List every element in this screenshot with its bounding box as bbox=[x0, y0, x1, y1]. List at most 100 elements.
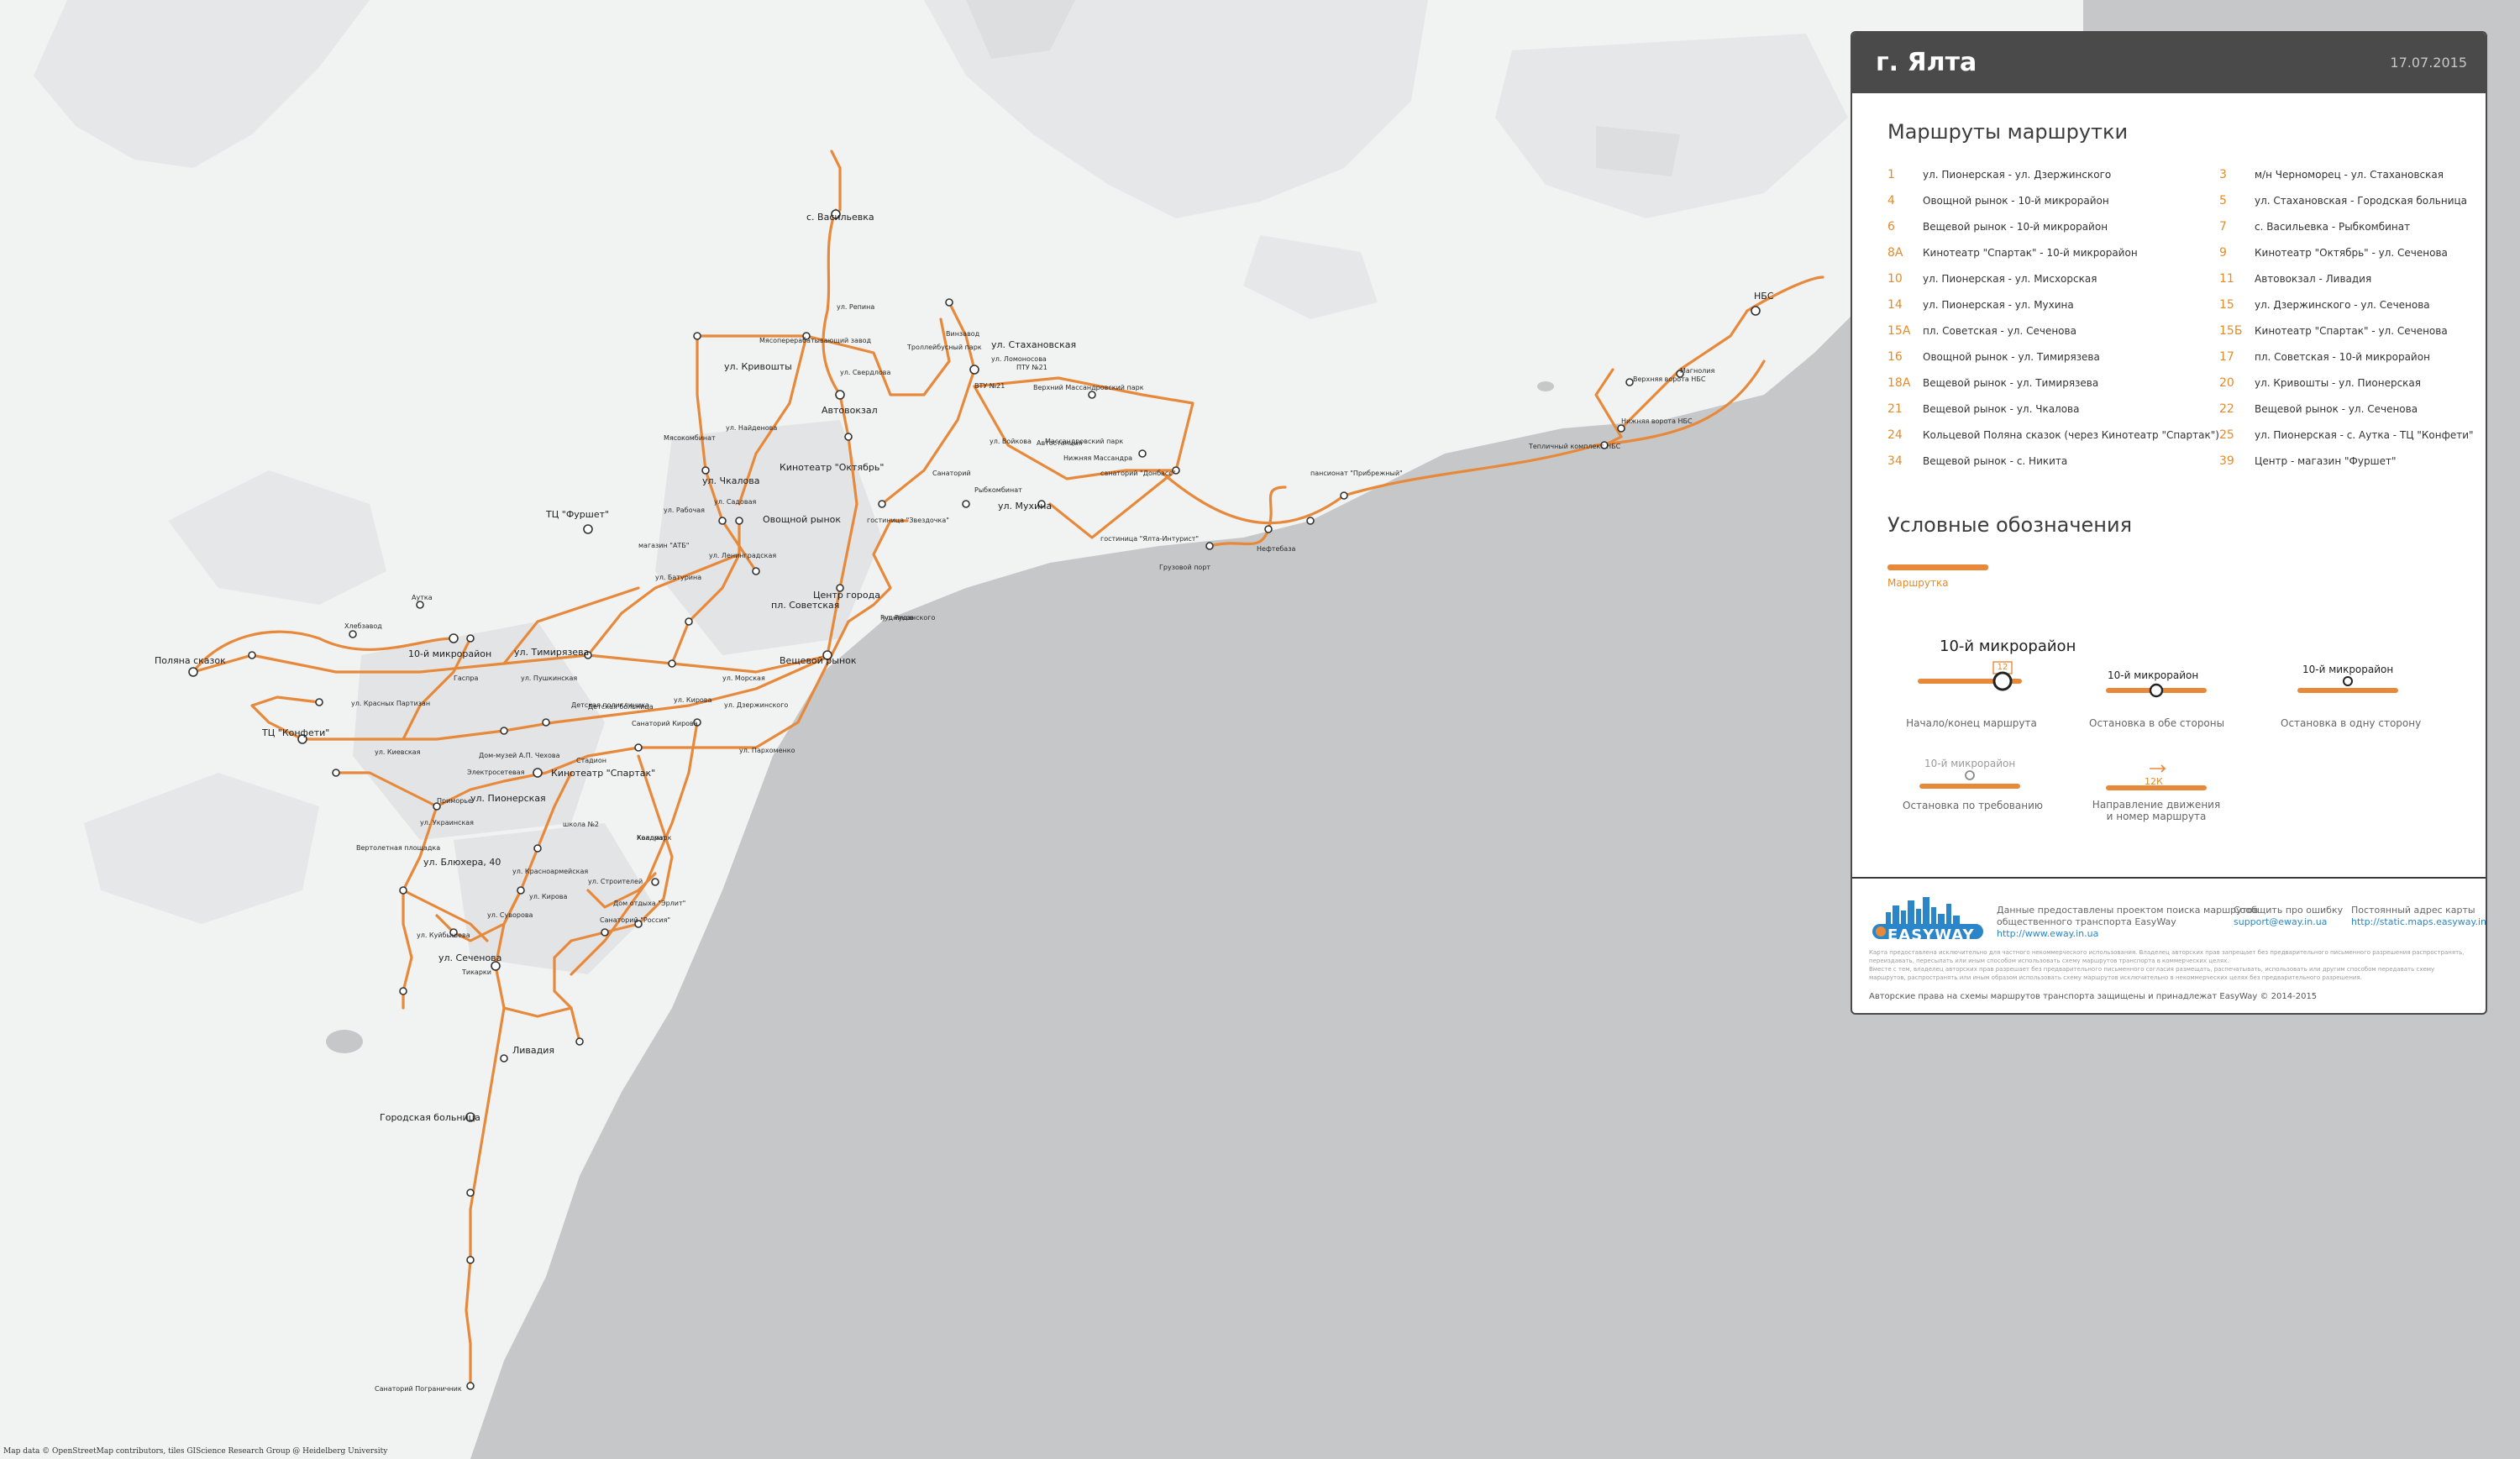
map-label: Санаторий Пограничник bbox=[375, 1385, 462, 1393]
route-item[interactable]: 15 ул. Дзержинского - ул. Сеченова bbox=[2219, 297, 2475, 312]
map-label: ул. Блюхера, 40 bbox=[423, 857, 501, 868]
map-label: Дом отдыха "Эрлит" bbox=[613, 900, 685, 907]
route-number: 18А bbox=[1887, 375, 1911, 390]
sym-one-stop-name: 10-й микрорайон bbox=[2302, 664, 2394, 675]
map-label: ул. Тимирязева bbox=[514, 647, 589, 658]
route-name: Овощной рынок - ул. Тимирязева bbox=[1923, 350, 2100, 363]
map-label: Троллейбусный парк bbox=[906, 344, 982, 351]
map-label: ул. Репина bbox=[837, 303, 874, 311]
support-email-link[interactable]: support@eway.in.ua bbox=[2234, 916, 2327, 927]
map-label: ул. Чкалова bbox=[702, 475, 759, 486]
route-item[interactable]: 9 Кинотеатр "Октябрь" - ул. Сеченова bbox=[2219, 245, 2475, 260]
map-label: школа №2 bbox=[563, 821, 599, 828]
route-item[interactable]: 7 с. Васильевка - Рыбкомбинат bbox=[2219, 219, 2475, 234]
map-label: Винзавод bbox=[946, 330, 980, 338]
route-item[interactable]: 11 Автовокзал - Ливадия bbox=[2219, 271, 2475, 286]
route-item[interactable]: 3 м/н Черноморец - ул. Стахановская bbox=[2219, 167, 2475, 181]
route-name: Вещевой рынок - ул. Тимирязева bbox=[1923, 376, 2099, 389]
route-item[interactable]: 22 Вещевой рынок - ул. Сеченова bbox=[2219, 401, 2475, 416]
route-list: 1 ул. Пионерская - ул. Дзержинского 3 м/н … bbox=[1887, 167, 2475, 468]
map-label: Городская больница bbox=[380, 1112, 480, 1123]
route-number: 17 bbox=[2219, 349, 2234, 364]
route-name: пл. Советская - 10-й микрорайон bbox=[2255, 350, 2430, 363]
map-label: Электросетевая bbox=[467, 769, 525, 776]
map-label: ул. Ленинградская bbox=[709, 552, 776, 559]
map-label: ул. Красных Партизан bbox=[351, 700, 430, 707]
map-label: Магнолия bbox=[1680, 367, 1714, 375]
map-label: ул. Садовая bbox=[714, 498, 756, 506]
city-title: г. Ялта bbox=[1876, 48, 1977, 77]
data-credit: Данные предоставлены проектом поиска мар… bbox=[1997, 905, 2258, 940]
easyway-link[interactable]: http://www.eway.in.ua bbox=[1997, 928, 2098, 939]
sym-request-caption: Остановка по требованию bbox=[1903, 800, 2043, 811]
route-item[interactable]: 15Б Кинотеатр "Спартак" - ул. Сеченова bbox=[2219, 323, 2475, 338]
route-number: 11 bbox=[2219, 271, 2234, 286]
route-item[interactable]: 39 Центр - магазин "Фуршет" bbox=[2219, 454, 2475, 468]
route-number: 21 bbox=[1887, 401, 1903, 416]
route-item[interactable]: 17 пл. Советская - 10-й микрорайон bbox=[2219, 349, 2475, 364]
route-item[interactable]: 1 ул. Пионерская - ул. Дзержинского bbox=[1887, 167, 2219, 181]
map-label: Аутка bbox=[412, 594, 433, 601]
route-number: 10 bbox=[1887, 271, 1903, 286]
map-attribution: Map data © OpenStreetMap contributors, t… bbox=[3, 1447, 388, 1456]
easyway-logo-text: EASYWAY bbox=[1887, 926, 1975, 944]
route-name: ул. Пионерская - ул. Мисхорская bbox=[1923, 272, 2097, 285]
sym-request-stop-name: 10-й микрорайон bbox=[1924, 758, 2016, 769]
route-number: 22 bbox=[2219, 401, 2234, 416]
legend-route-label: Маршрутка bbox=[1887, 577, 1949, 589]
map-label: пансионат "Прибрежный" bbox=[1310, 470, 1403, 477]
route-item[interactable]: 18А Вещевой рынок - ул. Тимирязева bbox=[1887, 375, 2219, 390]
map-label: Рыбкомбинат bbox=[974, 486, 1022, 494]
map-date: 17.07.2015 bbox=[2390, 55, 2467, 71]
map-label: Квадрат bbox=[637, 834, 667, 842]
legend-route-line bbox=[1887, 564, 1988, 570]
route-item[interactable]: 4 Овощной рынок - 10-й микрорайон bbox=[1887, 193, 2219, 207]
report-error: Сообщить про ошибку support@eway.in.ua bbox=[2234, 905, 2343, 928]
map-label: Стадион bbox=[576, 757, 606, 764]
map-label: ул. Пионерская bbox=[470, 793, 546, 804]
sym-one-caption: Остановка в одну сторону bbox=[2281, 717, 2422, 729]
map-label: Нефтебаза bbox=[1257, 545, 1295, 553]
route-item[interactable]: 21 Вещевой рынок - ул. Чкалова bbox=[1887, 401, 2219, 416]
route-item[interactable]: 25 ул. Пионерская - с. Аутка - ТЦ "Конфет… bbox=[2219, 428, 2475, 442]
map-label: Детская больница bbox=[588, 703, 654, 711]
route-number: 14 bbox=[1887, 297, 1903, 312]
map-label: Тепличный комплекс НБС bbox=[1528, 443, 1621, 450]
panel-header: г. Ялта 17.07.2015 bbox=[1852, 33, 2486, 93]
route-name: с. Васильевка - Рыбкомбинат bbox=[2255, 220, 2411, 233]
route-name: Вещевой рынок - с. Никита bbox=[1923, 454, 2068, 467]
map-label: ВТУ №21 bbox=[974, 382, 1005, 390]
map-label: Автостанция bbox=[1037, 439, 1083, 447]
route-number: 15А bbox=[1887, 323, 1911, 338]
map-label: гостиница "Звездочка" bbox=[867, 517, 949, 524]
map-label: ул. Кривошты bbox=[724, 361, 792, 372]
route-item[interactable]: 20 ул. Кривошты - ул. Пионерская bbox=[2219, 375, 2475, 390]
route-name: ул. Кривошты - ул. Пионерская bbox=[2255, 376, 2421, 389]
data-credit-line-1: Данные предоставлены проектом поиска мар… bbox=[1997, 905, 2259, 916]
map-label: Вертолетная площадка bbox=[356, 844, 440, 852]
route-item[interactable]: 34 Вещевой рынок - с. Никита bbox=[1887, 454, 2219, 468]
route-name: ул. Стахановская - Городская больница bbox=[2255, 194, 2468, 207]
map-label: ул. Стахановская bbox=[991, 339, 1076, 350]
route-item[interactable]: 5 ул. Стахановская - Городская больница bbox=[2219, 193, 2475, 207]
route-item[interactable]: 14 ул. Пионерская - ул. Мухина bbox=[1887, 297, 2219, 312]
route-number: 1 bbox=[1887, 167, 1895, 181]
map-label: Ливадия bbox=[512, 1045, 554, 1056]
map-label: Нижняя Массандра bbox=[1063, 454, 1132, 462]
route-item[interactable]: 24 Кольцевой Поляна сказок (через Кинотеа… bbox=[1887, 428, 2219, 442]
route-item[interactable]: 15А пл. Советская - ул. Сеченова bbox=[1887, 323, 2219, 338]
route-item[interactable]: 6 Вещевой рынок - 10-й микрорайон bbox=[1887, 219, 2219, 234]
route-number: 39 bbox=[2219, 454, 2234, 468]
permalink-link[interactable]: http://static.maps.easyway.info bbox=[2351, 916, 2486, 927]
route-name: Кинотеатр "Октябрь" - ул. Сеченова bbox=[2255, 246, 2448, 259]
map-label: ПТУ №21 bbox=[1016, 364, 1047, 371]
route-item[interactable]: 16 Овощной рынок - ул. Тимирязева bbox=[1887, 349, 2219, 364]
route-item[interactable]: 10 ул. Пионерская - ул. Мисхорская bbox=[1887, 271, 2219, 286]
routes-title: Маршруты маршрутки bbox=[1887, 120, 2129, 144]
map-label: ул. Пушкинская bbox=[521, 674, 577, 682]
route-name: пл. Советская - ул. Сеченова bbox=[1923, 324, 2076, 337]
route-item[interactable]: 8А Кинотеатр "Спартак" - 10-й микрорайон bbox=[1887, 245, 2219, 260]
map-label: ул. Мухина bbox=[998, 501, 1052, 512]
footer-divider bbox=[1852, 877, 2486, 879]
route-number: 8А bbox=[1887, 245, 1903, 260]
